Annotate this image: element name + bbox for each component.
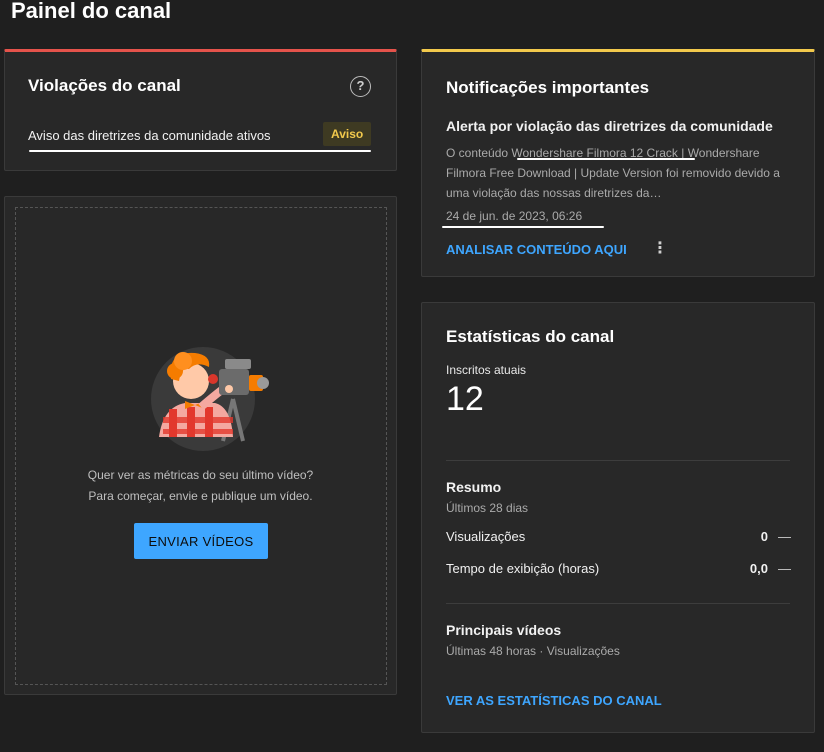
camera-operator-illustration-icon [145,337,275,457]
latest-video-card: Quer ver as métricas do seu último vídeo… [4,196,397,695]
summary-period: Últimos 28 dias [446,501,529,515]
hand-drawn-underline [29,150,371,152]
views-trend: — [778,529,791,544]
hand-drawn-underline [442,226,604,228]
page-title: Painel do canal [11,0,172,23]
divider [446,460,790,461]
top-videos-period: Últimas 48 horas · Visualizações [446,644,620,658]
message-line-2: Para começar, envie e publique um vídeo. [88,489,313,503]
divider [446,603,790,604]
help-icon[interactable]: ? [350,76,371,97]
alert-date: 24 de jun. de 2023, 06:26 [446,209,583,223]
message-line-1: Quer ver as métricas do seu último vídeo… [87,468,314,482]
channel-violations-card: Violações do canal ? Aviso das diretrize… [4,49,397,171]
channel-stats-card: Estatísticas do canal Inscritos atuais 1… [421,302,815,733]
latest-video-message: Quer ver as métricas do seu último vídeo… [5,465,396,507]
watch-time-label: Tempo de exibição (horas) [446,561,600,576]
view-channel-stats-link[interactable]: VER AS ESTATÍSTICAS DO CANAL [446,693,662,708]
upload-videos-button[interactable]: ENVIAR VÍDEOS [134,523,268,559]
current-subscribers-label: Inscritos atuais [446,363,527,377]
notifications-title: Notificações importantes [446,78,650,97]
summary-title: Resumo [446,479,502,495]
community-guidelines-warning-text: Aviso das diretrizes da comunidade ativo… [28,128,271,143]
alert-body-prefix: O conteúdo [446,146,512,160]
stats-title: Estatísticas do canal [446,327,615,346]
warning-badge: Aviso [323,122,372,146]
hand-drawn-underline [517,158,695,160]
violations-title: Violações do canal [28,76,181,95]
current-subscribers-value: 12 [446,380,484,418]
important-notifications-card: Notificações importantes Alerta por viol… [421,49,815,277]
alert-body: O conteúdo Wondershare Filmora 12 Crack … [446,143,796,203]
review-content-link[interactable]: ANALISAR CONTEÚDO AQUI [446,242,627,257]
alert-title: Alerta por violação das diretrizes da co… [446,118,773,134]
views-label: Visualizações [446,529,526,544]
more-options-icon[interactable]: ⋮ [652,238,668,260]
watch-time-trend: — [778,561,791,576]
top-videos-title: Principais vídeos [446,622,562,638]
views-value: 0 [760,529,768,544]
watch-time-value: 0,0 [749,561,768,576]
